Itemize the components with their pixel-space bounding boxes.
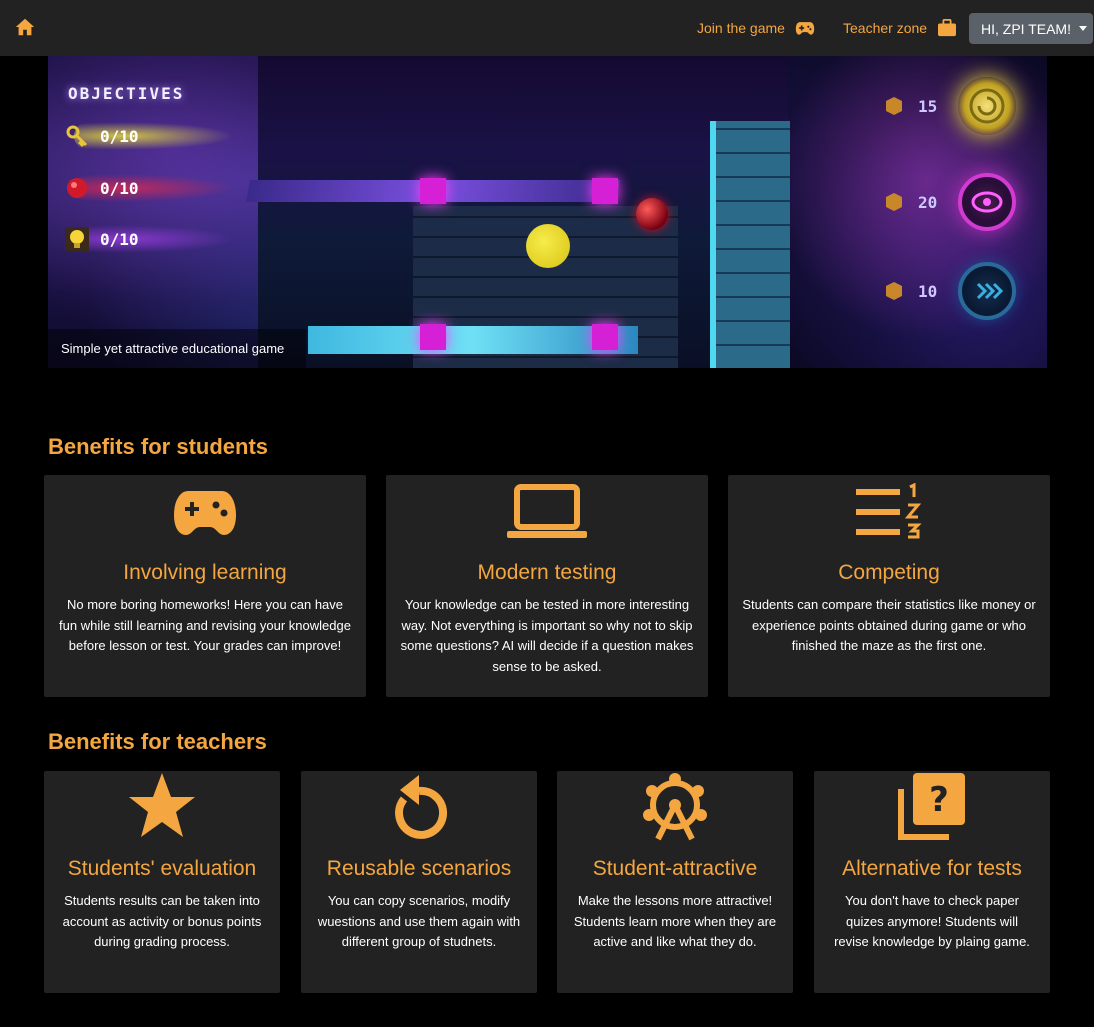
chevron-down-icon [1078, 26, 1087, 31]
card-text: No more boring homeworks! Here you can h… [59, 597, 351, 653]
red-orb-icon [67, 178, 87, 198]
hero-caption: Simple yet attractive educational game [48, 329, 306, 368]
card-text: You don't have to check paper quizes any… [834, 893, 1030, 949]
teacher-zone-link[interactable]: Teacher zone [843, 18, 957, 38]
card-title: Students' evaluation [67, 857, 257, 880]
hero-banner: OBJECTIVES 0/10 0/10 0/10 15 20 10 Simpl… [48, 56, 1047, 368]
fast-forward-badge-icon [958, 262, 1016, 320]
teacher-zone-label: Teacher zone [843, 20, 928, 36]
bulb-icon [65, 227, 89, 251]
objective-bulbs: 0/10 [64, 223, 264, 255]
objective-keys: 0/10 [64, 120, 264, 152]
card-title: Alternative for tests [842, 857, 1022, 880]
gamepad-icon [174, 491, 236, 535]
card-text: Students results can be taken into accou… [62, 893, 262, 949]
objective-orbs-value: 0/10 [100, 178, 139, 198]
laptop-icon [507, 484, 587, 538]
eye-badge-icon [958, 173, 1016, 231]
objective-orbs: 0/10 [64, 172, 264, 204]
card-title: Competing [838, 561, 940, 584]
maze-side-wall [710, 121, 790, 368]
teacher-card: Students' evaluation Students results ca… [44, 771, 280, 993]
student-card: Modern testing Your knowledge can be tes… [386, 475, 708, 697]
user-greeting: HI, ZPI TEAM! [981, 20, 1071, 37]
star-icon [129, 773, 195, 837]
coin-icon [886, 282, 902, 300]
quiz-icon: ? [898, 773, 965, 840]
svg-text:?: ? [929, 780, 949, 820]
glow-post [420, 178, 446, 204]
score-eye-value: 20 [918, 192, 938, 212]
teacher-card: Reusable scenarios You can copy scenario… [301, 771, 537, 993]
join-game-link[interactable]: Join the game [697, 18, 815, 38]
teachers-section-title: Benefits for teachers [48, 729, 267, 754]
card-text: Your knowledge can be tested in more int… [400, 597, 694, 674]
objectives-title: OBJECTIVES [68, 84, 185, 103]
user-menu-button[interactable]: HI, ZPI TEAM! [969, 13, 1093, 44]
ranking-icon [856, 483, 922, 539]
card-title: Reusable scenarios [326, 857, 512, 880]
join-game-label: Join the game [697, 20, 785, 36]
home-icon[interactable] [14, 16, 36, 38]
replay-icon [395, 775, 447, 839]
card-text: Students can compare their statistics li… [742, 597, 1036, 653]
objective-keys-value: 0/10 [100, 126, 139, 146]
card-text: Make the lessons more attractive! Studen… [573, 893, 777, 949]
card-title: Modern testing [477, 561, 617, 584]
score-spiral: 15 [884, 77, 1044, 135]
score-spiral-value: 15 [918, 96, 938, 116]
student-card: Involving learning No more boring homewo… [44, 475, 366, 697]
score-eye: 20 [884, 173, 1044, 231]
coin-icon [886, 97, 902, 115]
maze-ledge-bottom [308, 326, 638, 354]
card-title: Student-attractive [592, 857, 758, 880]
briefcase-icon [938, 19, 957, 37]
card-text: You can copy scenarios, modify wuestions… [317, 893, 521, 949]
top-navbar: Join the game Teacher zone HI, ZPI TEAM! [0, 0, 1094, 56]
student-card: Competing Students can compare their sta… [728, 475, 1050, 697]
coin-icon [886, 193, 902, 211]
ferris-wheel-icon [643, 773, 707, 841]
spiral-badge-icon [958, 77, 1016, 135]
objective-bulbs-value: 0/10 [100, 229, 139, 249]
score-forward: 10 [884, 262, 1044, 320]
teacher-card: ? Alternative for tests You don't have t… [814, 771, 1050, 993]
gamepad-icon [795, 22, 815, 35]
player-ball [526, 224, 570, 268]
glow-post [420, 324, 446, 350]
card-title: Involving learning [123, 561, 287, 584]
students-section-title: Benefits for students [48, 434, 269, 459]
glow-post [592, 178, 618, 204]
key-icon [66, 125, 88, 148]
teacher-card: Student-attractive Make the lessons more… [557, 771, 793, 993]
red-orb [636, 198, 668, 230]
glow-post [592, 324, 618, 350]
score-forward-value: 10 [918, 281, 938, 301]
